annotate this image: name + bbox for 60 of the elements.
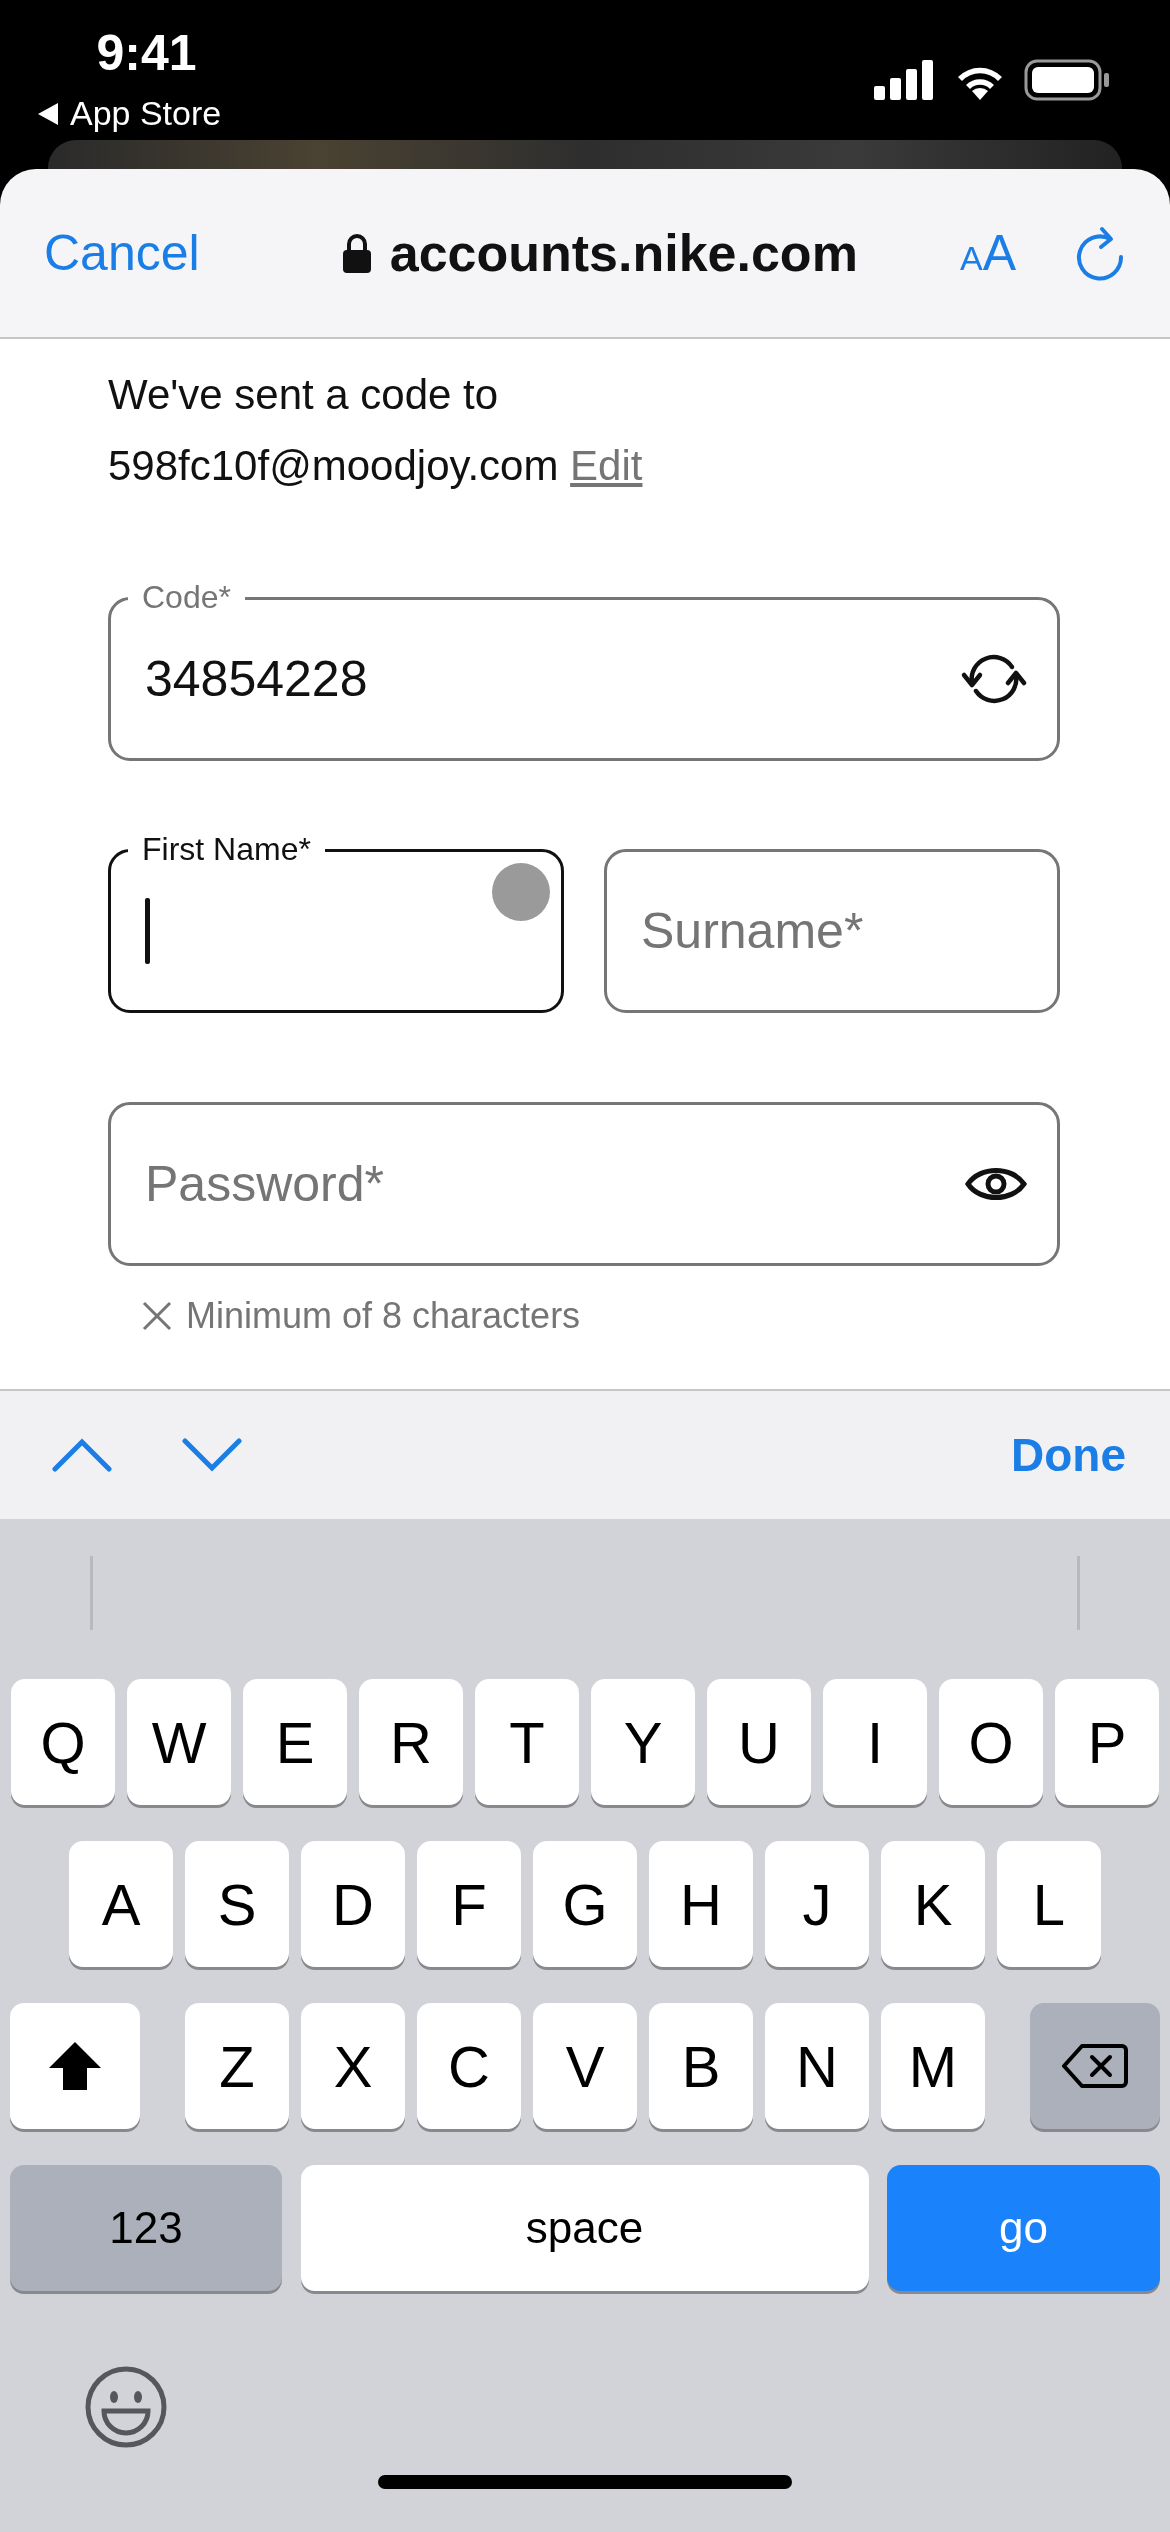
- key[interactable]: N: [765, 2003, 869, 2129]
- key[interactable]: X: [301, 2003, 405, 2129]
- key[interactable]: S: [185, 1841, 289, 1967]
- cancel-button[interactable]: Cancel: [44, 224, 200, 282]
- clock-time: 9:41: [96, 24, 197, 82]
- key[interactable]: L: [997, 1841, 1101, 1967]
- back-triangle-icon[interactable]: [36, 100, 60, 127]
- chevron-down-icon: [182, 1438, 242, 1472]
- key[interactable]: D: [301, 1841, 405, 1967]
- shift-arrow-icon: [47, 2040, 103, 2092]
- key[interactable]: Z: [185, 2003, 289, 2129]
- requirement-text: Minimum of 8 characters: [186, 1295, 581, 1337]
- key[interactable]: R: [359, 1679, 463, 1805]
- key[interactable]: B: [649, 2003, 753, 2129]
- placeholder-text: Surname*: [641, 902, 864, 960]
- key[interactable]: V: [533, 2003, 637, 2129]
- url-text[interactable]: accounts.nike.com: [389, 223, 858, 283]
- edit-link[interactable]: Edit: [570, 442, 643, 489]
- battery-icon: [1024, 59, 1110, 101]
- back-link[interactable]: App Store: [70, 94, 222, 133]
- text-cursor: [145, 898, 150, 964]
- next-field-button[interactable]: [182, 1438, 242, 1472]
- key[interactable]: Y: [591, 1679, 695, 1805]
- go-key[interactable]: go: [887, 2165, 1160, 2291]
- reload-icon[interactable]: [1076, 225, 1126, 281]
- key[interactable]: P: [1055, 1679, 1159, 1805]
- input-field[interactable]: First Name*: [108, 827, 564, 1013]
- key[interactable]: M: [881, 2003, 985, 2129]
- signal-icon: [874, 60, 936, 100]
- key[interactable]: C: [417, 2003, 521, 2129]
- key[interactable]: F: [417, 1841, 521, 1967]
- key[interactable]: E: [243, 1679, 347, 1805]
- field-value: 34854228: [145, 650, 368, 708]
- delete-key[interactable]: [1030, 2003, 1160, 2129]
- delete-icon: [1062, 2043, 1128, 2089]
- key[interactable]: U: [707, 1679, 811, 1805]
- lock-icon: [341, 233, 372, 273]
- key[interactable]: A: [69, 1841, 173, 1967]
- numbers-key[interactable]: 123: [10, 2165, 282, 2291]
- placeholder-text: Password*: [145, 1155, 384, 1213]
- shift-key[interactable]: [10, 2003, 140, 2129]
- key[interactable]: O: [939, 1679, 1043, 1805]
- chevron-up-icon: [52, 1438, 112, 1472]
- key[interactable]: Q: [11, 1679, 115, 1805]
- message-text: We've sent a code to 598fc10f@moodjoy.com Edit: [108, 370, 644, 491]
- key[interactable]: I: [823, 1679, 927, 1805]
- key[interactable]: J: [765, 1841, 869, 1967]
- smiley-icon[interactable]: [84, 2365, 168, 2449]
- previous-field-button[interactable]: [52, 1438, 112, 1472]
- space-key[interactable]: space: [300, 2165, 869, 2291]
- input-field[interactable]: Password*: [108, 1080, 1060, 1266]
- key[interactable]: H: [649, 1841, 753, 1967]
- key[interactable]: T: [475, 1679, 579, 1805]
- input-field[interactable]: Surname*: [604, 827, 1060, 1013]
- done-button[interactable]: Done: [1011, 1428, 1126, 1482]
- key[interactable]: K: [881, 1841, 985, 1967]
- key[interactable]: G: [533, 1841, 637, 1967]
- text-size-button[interactable]: AA: [959, 224, 1016, 282]
- key[interactable]: W: [127, 1679, 231, 1805]
- input-field[interactable]: Code* 34854228: [108, 575, 1060, 761]
